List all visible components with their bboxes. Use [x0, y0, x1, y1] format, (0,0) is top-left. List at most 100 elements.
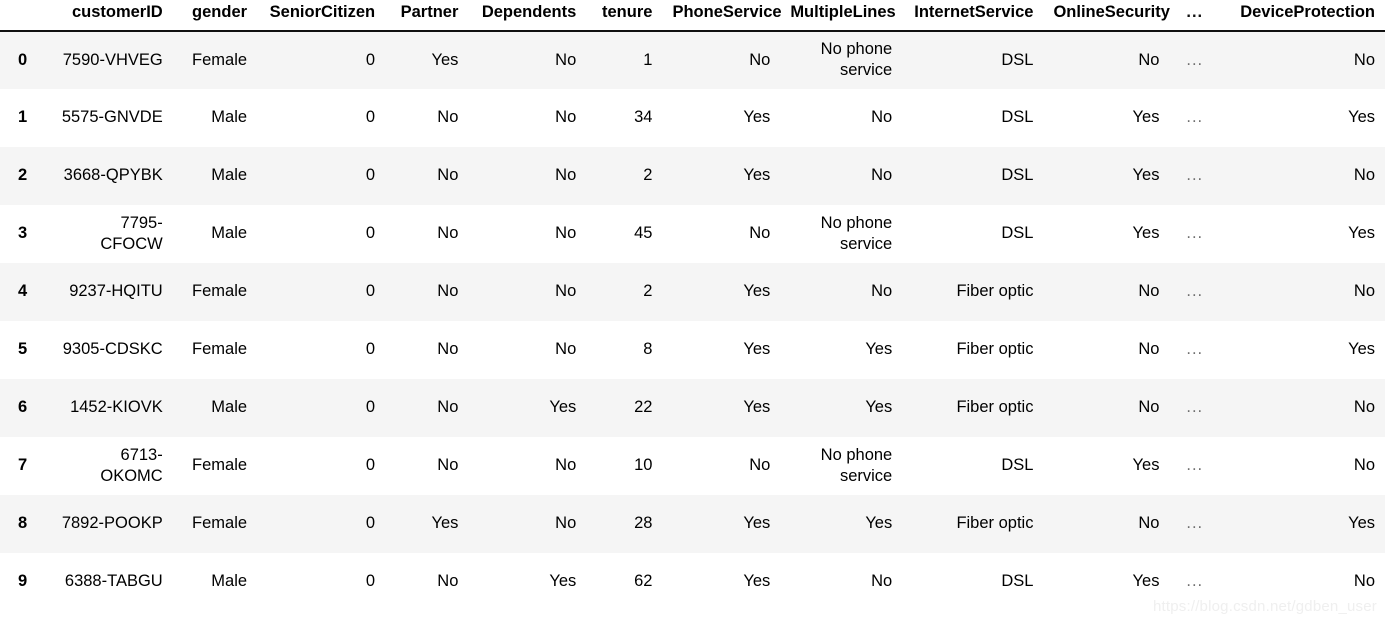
cell-tenure: 8	[643, 340, 653, 359]
table-row[interactable]: 8 7892-POOKP Female 0 Yes No 28 Yes Yes …	[0, 494, 1385, 553]
cell-deviceprotection: No	[1353, 572, 1375, 591]
column-header-deviceprotection[interactable]: DeviceProtection	[1213, 0, 1385, 32]
column-header-ellipsis: ...	[1169, 0, 1214, 32]
table-row[interactable]: 1 5575-GNVDE Male 0 No No 34 Yes No DSL …	[0, 88, 1385, 147]
cell-partner: No	[437, 166, 459, 185]
column-header-phoneservice[interactable]: PhoneService	[662, 0, 782, 32]
cell-phoneservice: Yes	[743, 572, 771, 591]
cell-multiplelines: No	[871, 282, 893, 301]
cell-dependents: No	[555, 166, 577, 185]
cell-ellipsis: ...	[1186, 456, 1204, 475]
table-row[interactable]: 9 6388-TABGU Male 0 No Yes 62 Yes No DSL…	[0, 552, 1385, 611]
cell-deviceprotection: No	[1353, 456, 1375, 475]
column-header-seniorcitizen[interactable]: SeniorCitizen	[257, 0, 386, 32]
cell-phoneservice: No	[749, 456, 771, 475]
column-header-dependents[interactable]: Dependents	[468, 0, 587, 32]
cell-seniorcitizen: 0	[365, 456, 376, 475]
cell-onlinesecurity: No	[1138, 50, 1160, 69]
table-row[interactable]: 2 3668-QPYBK Male 0 No No 2 Yes No DSL Y…	[0, 146, 1385, 205]
cell-deviceprotection: Yes	[1348, 224, 1375, 243]
cell-gender: Female	[192, 50, 248, 69]
cell-multiplelines: Yes	[865, 340, 893, 359]
cell-seniorcitizen: 0	[365, 514, 376, 533]
table-row[interactable]: 4 9237-HQITU Female 0 No No 2 Yes No Fib…	[0, 262, 1385, 321]
column-header-gender[interactable]: gender	[172, 0, 258, 32]
cell-partner: No	[437, 398, 459, 417]
cell-seniorcitizen: 0	[365, 166, 376, 185]
cell-seniorcitizen: 0	[365, 282, 376, 301]
cell-ellipsis: ...	[1186, 50, 1204, 69]
cell-customerid: 7795-CFOCW	[100, 213, 163, 253]
cell-deviceprotection: No	[1353, 282, 1375, 301]
column-header-partner[interactable]: Partner	[385, 0, 469, 32]
cell-gender: Male	[211, 108, 248, 127]
cell-multiplelines: Yes	[865, 398, 893, 417]
column-header-onlinesecurity[interactable]: OnlineSecurity	[1043, 0, 1170, 32]
cell-partner: No	[437, 572, 459, 591]
cell-tenure: 34	[634, 108, 653, 127]
cell-tenure: 10	[634, 456, 653, 475]
table-row[interactable]: 3 7795-CFOCW Male 0 No No 45 No No phone…	[0, 204, 1385, 263]
cell-partner: No	[437, 108, 459, 127]
cell-internetservice: DSL	[1001, 456, 1034, 475]
cell-internetservice: DSL	[1001, 572, 1034, 591]
column-header-multiplelines[interactable]: MultipleLines	[780, 0, 903, 32]
table-row[interactable]: 0 7590-VHVEG Female 0 Yes No 1 No No pho…	[0, 30, 1385, 89]
cell-gender: Female	[192, 282, 248, 301]
cell-customerid: 3668-QPYBK	[63, 166, 163, 185]
cell-gender: Male	[211, 224, 248, 243]
cell-dependents: No	[555, 456, 577, 475]
cell-phoneservice: No	[749, 50, 771, 69]
cell-partner: No	[437, 282, 459, 301]
cell-gender: Male	[211, 166, 248, 185]
cell-ellipsis: ...	[1186, 108, 1204, 127]
cell-seniorcitizen: 0	[365, 224, 376, 243]
row-index: 8	[18, 514, 28, 533]
cell-ellipsis: ...	[1186, 224, 1204, 243]
cell-onlinesecurity: No	[1138, 514, 1160, 533]
cell-phoneservice: Yes	[743, 282, 771, 301]
cell-ellipsis: ...	[1186, 514, 1204, 533]
column-header-index	[0, 0, 51, 32]
column-header-internetservice[interactable]: InternetService	[902, 0, 1044, 32]
row-index: 1	[18, 108, 28, 127]
cell-customerid: 7892-POOKP	[61, 514, 163, 533]
cell-seniorcitizen: 0	[365, 398, 376, 417]
cell-gender: Male	[211, 398, 248, 417]
table-body: 0 7590-VHVEG Female 0 Yes No 1 No No pho…	[0, 30, 1385, 611]
table-row[interactable]: 7 6713-OKOMC Female 0 No No 10 No No pho…	[0, 436, 1385, 495]
cell-customerid: 7590-VHVEG	[62, 50, 163, 69]
cell-internetservice: Fiber optic	[956, 282, 1034, 301]
table-row[interactable]: 6 1452-KIOVK Male 0 No Yes 22 Yes Yes Fi…	[0, 378, 1385, 437]
cell-dependents: No	[555, 514, 577, 533]
cell-multiplelines: No	[871, 108, 893, 127]
cell-ellipsis: ...	[1186, 282, 1204, 301]
cell-onlinesecurity: No	[1138, 398, 1160, 417]
cell-tenure: 62	[634, 572, 653, 591]
cell-gender: Female	[192, 456, 248, 475]
cell-deviceprotection: Yes	[1348, 340, 1375, 359]
row-index: 6	[18, 398, 28, 417]
dataframe-table: customerID gender SeniorCitizen Partner …	[0, 0, 1385, 611]
cell-ellipsis: ...	[1186, 166, 1204, 185]
cell-phoneservice: Yes	[743, 108, 771, 127]
cell-phoneservice: Yes	[743, 398, 771, 417]
column-header-tenure[interactable]: tenure	[586, 0, 663, 32]
column-header-customerid[interactable]: customerID	[50, 0, 173, 32]
cell-tenure: 45	[634, 224, 653, 243]
cell-seniorcitizen: 0	[365, 340, 376, 359]
cell-customerid: 9305-CDSKC	[62, 340, 163, 359]
cell-internetservice: DSL	[1001, 224, 1034, 243]
cell-phoneservice: Yes	[743, 166, 771, 185]
cell-dependents: No	[555, 224, 577, 243]
row-index: 9	[18, 572, 28, 591]
table-row[interactable]: 5 9305-CDSKC Female 0 No No 8 Yes Yes Fi…	[0, 320, 1385, 379]
cell-internetservice: Fiber optic	[956, 340, 1034, 359]
cell-partner: Yes	[431, 50, 459, 69]
cell-onlinesecurity: Yes	[1132, 456, 1160, 475]
cell-deviceprotection: No	[1353, 166, 1375, 185]
cell-deviceprotection: Yes	[1348, 108, 1375, 127]
cell-partner: Yes	[431, 514, 459, 533]
header-row: customerID gender SeniorCitizen Partner …	[0, 0, 1385, 32]
cell-partner: No	[437, 224, 459, 243]
